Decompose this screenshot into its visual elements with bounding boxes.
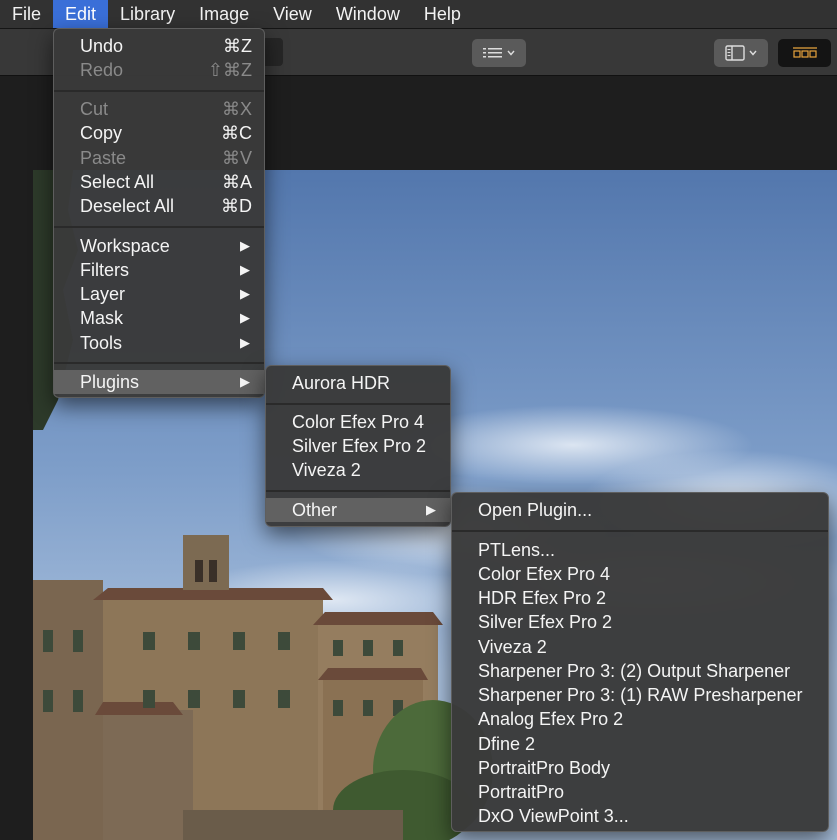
menu-item-select-all[interactable]: Select All ⌘A	[54, 170, 264, 194]
menu-item-sharpener-output[interactable]: Sharpener Pro 3: (2) Output Sharpener	[452, 659, 828, 683]
menu-item-viveza[interactable]: Viveza 2	[266, 458, 450, 482]
menu-item-other[interactable]: Other ▶	[266, 498, 450, 522]
menu-item-filters[interactable]: Filters ▶	[54, 258, 264, 282]
menu-bar: File Edit Library Image View Window Help	[0, 0, 837, 29]
menu-image[interactable]: Image	[187, 0, 261, 28]
menu-edit[interactable]: Edit	[53, 0, 109, 28]
menu-item-color-efex[interactable]: Color Efex Pro 4	[266, 410, 450, 434]
list-view-button[interactable]	[472, 39, 526, 67]
submenu-arrow-icon: ▶	[240, 310, 250, 325]
menu-item-aurora-hdr[interactable]: Aurora HDR	[266, 371, 450, 395]
submenu-arrow-icon: ▶	[240, 262, 250, 277]
menu-item-sharpener-raw[interactable]: Sharpener Pro 3: (1) RAW Presharpener	[452, 683, 828, 707]
menu-item-dxo-viewpoint[interactable]: DxO ViewPoint 3...	[452, 804, 828, 828]
menu-item-silver-efex[interactable]: Silver Efex Pro 2	[452, 610, 828, 634]
submenu-arrow-icon: ▶	[240, 335, 250, 350]
menu-separator	[452, 530, 828, 532]
filmstrip-button[interactable]	[778, 39, 831, 67]
menu-item-undo[interactable]: Undo ⌘Z	[54, 34, 264, 58]
submenu-arrow-icon: ▶	[240, 238, 250, 253]
submenu-arrow-icon: ▶	[240, 374, 250, 389]
menu-item-layer[interactable]: Layer ▶	[54, 282, 264, 306]
menu-item-redo[interactable]: Redo ⇧⌘Z	[54, 58, 264, 82]
menu-separator	[266, 403, 450, 405]
menu-item-workspace[interactable]: Workspace ▶	[54, 234, 264, 258]
chevron-down-icon	[749, 50, 757, 56]
menu-item-dfine[interactable]: Dfine 2	[452, 732, 828, 756]
filmstrip-icon	[792, 47, 817, 58]
chevron-down-icon	[507, 50, 515, 56]
menu-separator	[54, 90, 264, 92]
other-submenu: Open Plugin... PTLens... Color Efex Pro …	[451, 492, 829, 832]
menu-item-cut[interactable]: Cut ⌘X	[54, 97, 264, 121]
menu-window[interactable]: Window	[324, 0, 412, 28]
menu-item-tools[interactable]: Tools ▶	[54, 331, 264, 355]
list-view-icon	[483, 48, 502, 58]
edit-menu: Undo ⌘Z Redo ⇧⌘Z Cut ⌘X Copy ⌘C Paste ⌘V Sele…	[53, 28, 265, 398]
menu-item-silver-efex[interactable]: Silver Efex Pro 2	[266, 434, 450, 458]
menu-item-copy[interactable]: Copy ⌘C	[54, 121, 264, 145]
menu-item-mask[interactable]: Mask ▶	[54, 306, 264, 330]
menu-item-portraitpro-body[interactable]: PortraitPro Body	[452, 756, 828, 780]
menu-library[interactable]: Library	[108, 0, 187, 28]
menu-item-open-plugin[interactable]: Open Plugin...	[452, 498, 828, 522]
menu-file[interactable]: File	[0, 0, 53, 28]
menu-item-color-efex[interactable]: Color Efex Pro 4	[452, 562, 828, 586]
submenu-arrow-icon: ▶	[426, 502, 436, 517]
menu-view[interactable]: View	[261, 0, 324, 28]
submenu-arrow-icon: ▶	[240, 286, 250, 301]
menu-item-plugins[interactable]: Plugins ▶	[54, 370, 264, 394]
menu-separator	[266, 490, 450, 492]
menu-help[interactable]: Help	[412, 0, 473, 28]
menu-item-ptlens[interactable]: PTLens...	[452, 538, 828, 562]
menu-item-deselect-all[interactable]: Deselect All ⌘D	[54, 194, 264, 218]
menu-item-portraitpro[interactable]: PortraitPro	[452, 780, 828, 804]
sidebar-layout-icon	[725, 45, 745, 61]
menu-item-hdr-efex[interactable]: HDR Efex Pro 2	[452, 586, 828, 610]
layout-button[interactable]	[714, 39, 768, 67]
menu-item-paste[interactable]: Paste ⌘V	[54, 146, 264, 170]
plugins-submenu: Aurora HDR Color Efex Pro 4 Silver Efex …	[265, 365, 451, 527]
menu-item-viveza[interactable]: Viveza 2	[452, 635, 828, 659]
menu-separator	[54, 362, 264, 364]
menu-separator	[54, 226, 264, 228]
menu-item-analog-efex[interactable]: Analog Efex Pro 2	[452, 707, 828, 731]
